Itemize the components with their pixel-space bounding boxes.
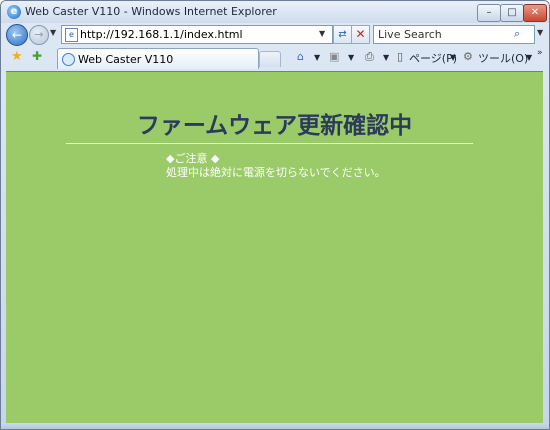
print-icon[interactable]: ⎙ <box>365 50 374 64</box>
more-commands-chevron-icon[interactable]: » <box>537 48 543 58</box>
tab-row: ★ ✚ Web Caster V110 ⌂ ▼ ▣ ▼ ⎙ ▼ ▯ ページ(P)… <box>1 46 549 69</box>
tab-label: Web Caster V110 <box>78 53 174 66</box>
home-dropdown[interactable]: ▼ <box>314 53 320 62</box>
tools-gear-icon: ⚙ <box>463 50 473 63</box>
recent-pages-dropdown[interactable]: ▼ <box>50 28 56 37</box>
ie-logo-icon: e <box>7 5 21 19</box>
add-favorites-icon[interactable]: ✚ <box>32 49 42 63</box>
tools-menu-button[interactable]: ツール(O) <box>478 50 528 66</box>
new-tab-button[interactable] <box>259 51 281 67</box>
page-content: ファームウェア更新確認中 ◆ご注意 ◆ 処理中は絶対に電源を切らないでください。 <box>6 71 543 424</box>
favorites-star-icon[interactable]: ★ <box>11 49 23 64</box>
address-url[interactable]: http://192.168.1.1/index.html <box>80 28 243 41</box>
window-title: Web Caster V110 - Windows Internet Explo… <box>25 5 277 18</box>
forward-arrow-icon[interactable]: → <box>29 25 49 45</box>
page-menu-icon: ▯ <box>397 50 404 63</box>
page-icon: e <box>65 28 78 42</box>
feeds-dropdown[interactable]: ▼ <box>348 53 354 62</box>
tab-loading-icon <box>62 53 75 66</box>
maximize-button[interactable]: □ <box>500 4 524 22</box>
minimize-button[interactable]: – <box>477 4 501 22</box>
title-bar: e Web Caster V110 - Windows Internet Exp… <box>1 1 549 23</box>
stop-icon[interactable]: ✕ <box>351 25 370 44</box>
search-icon[interactable]: ⌕ <box>514 27 520 41</box>
notice-body: 処理中は絶対に電源を切らないでください。 <box>166 166 386 179</box>
refresh-icon[interactable]: ⇄ <box>333 25 352 44</box>
address-dropdown[interactable]: ▼ <box>319 29 325 38</box>
status-bar <box>1 423 549 429</box>
heading-divider <box>66 143 473 144</box>
home-icon[interactable]: ⌂ <box>297 50 304 63</box>
print-dropdown[interactable]: ▼ <box>383 53 389 62</box>
search-options-dropdown[interactable]: ▼ <box>537 28 543 37</box>
search-placeholder: Live Search <box>378 28 442 41</box>
back-arrow-icon[interactable]: ← <box>6 24 28 46</box>
tools-menu-dropdown[interactable]: ▼ <box>526 53 532 62</box>
close-button[interactable]: ✕ <box>523 4 547 22</box>
page-menu-dropdown[interactable]: ▼ <box>450 53 456 62</box>
browser-window: e Web Caster V110 - Windows Internet Exp… <box>0 0 550 430</box>
search-input[interactable]: Live Search ⌕ <box>373 25 535 44</box>
address-row: ← → ▼ e http://192.168.1.1/index.html ▼ … <box>1 23 549 46</box>
page-heading: ファームウェア更新確認中 <box>136 113 413 139</box>
feeds-icon[interactable]: ▣ <box>329 50 339 63</box>
tab-web-caster[interactable]: Web Caster V110 <box>57 48 259 69</box>
address-bar[interactable]: e http://192.168.1.1/index.html ▼ <box>61 25 333 44</box>
